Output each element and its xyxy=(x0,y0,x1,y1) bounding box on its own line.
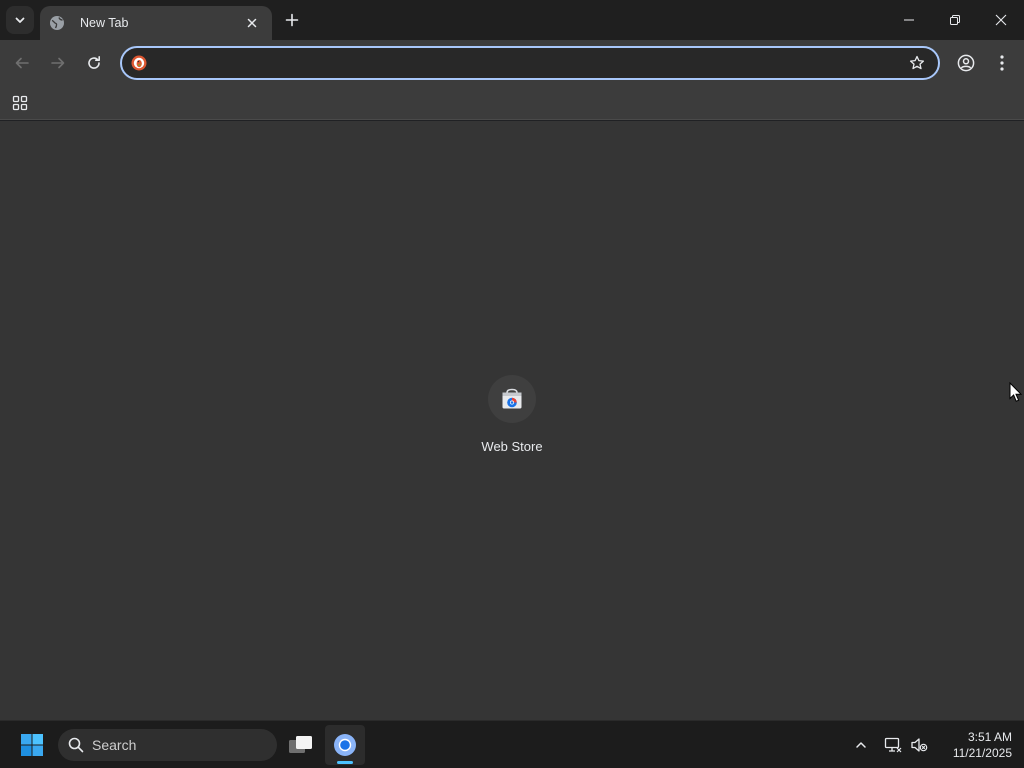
taskbar-chrome-button[interactable] xyxy=(325,725,365,765)
address-input[interactable] xyxy=(156,50,904,76)
task-view-button[interactable] xyxy=(281,725,321,765)
network-button[interactable] xyxy=(881,733,905,757)
volume-muted-icon xyxy=(911,738,928,752)
windows-logo-icon xyxy=(21,734,43,756)
close-icon xyxy=(247,18,257,28)
active-app-indicator xyxy=(337,761,353,764)
chevron-up-icon xyxy=(856,742,866,748)
taskbar: Search 3:51 AM 11/21/2025 xyxy=(0,720,1024,768)
title-bar: New Tab xyxy=(0,0,1024,40)
profile-button[interactable] xyxy=(952,49,980,77)
close-window-button[interactable] xyxy=(978,0,1024,40)
web-store-icon xyxy=(502,388,522,409)
chevron-down-icon xyxy=(15,17,25,23)
shortcut-web-store[interactable]: Web Store xyxy=(472,375,552,465)
apps-button[interactable] xyxy=(6,89,34,117)
globe-icon xyxy=(49,15,65,31)
clock-date: 11/21/2025 xyxy=(952,746,1012,760)
tab-title: New Tab xyxy=(80,16,129,30)
bookmarks-bar xyxy=(0,86,1024,120)
start-button[interactable] xyxy=(14,727,50,763)
taskbar-search-box[interactable]: Search xyxy=(58,729,277,761)
reload-button[interactable] xyxy=(80,49,108,77)
restore-icon xyxy=(950,15,960,25)
chrome-icon xyxy=(334,734,356,756)
new-tab-button[interactable] xyxy=(280,8,304,32)
browser-menu-button[interactable] xyxy=(988,49,1016,77)
arrow-left-icon xyxy=(15,57,29,69)
restore-button[interactable] xyxy=(932,0,978,40)
duckduckgo-icon xyxy=(130,54,148,72)
minimize-button[interactable] xyxy=(886,0,932,40)
search-icon xyxy=(68,737,84,753)
plus-icon xyxy=(285,13,299,27)
close-tab-button[interactable] xyxy=(242,13,262,33)
system-clock[interactable]: 3:51 AM 11/21/2025 xyxy=(936,729,1012,761)
active-tab[interactable]: New Tab xyxy=(40,6,272,40)
show-hidden-icons-button[interactable] xyxy=(849,733,873,757)
toolbar xyxy=(0,40,1024,86)
task-view-icon xyxy=(289,736,312,753)
account-circle-icon xyxy=(957,54,975,72)
network-icon xyxy=(884,737,902,753)
shortcut-label: Web Store xyxy=(481,439,543,454)
mouse-cursor-icon xyxy=(1009,382,1023,402)
clock-time: 3:51 AM xyxy=(967,730,1012,744)
more-vertical-icon xyxy=(1000,55,1004,71)
tab-search-button[interactable] xyxy=(6,6,34,34)
minimize-icon xyxy=(904,19,914,21)
shortcut-icon-container xyxy=(488,375,536,423)
reload-icon xyxy=(88,56,100,69)
volume-button[interactable] xyxy=(907,733,931,757)
taskbar-search-label: Search xyxy=(92,737,137,753)
apps-grid-icon xyxy=(12,95,28,111)
address-bar[interactable] xyxy=(120,46,940,80)
bookmark-star-button[interactable] xyxy=(904,50,930,76)
arrow-right-icon xyxy=(51,57,65,69)
star-icon xyxy=(909,55,925,70)
new-tab-page: Web Store xyxy=(0,121,1024,720)
back-button[interactable] xyxy=(8,49,36,77)
forward-button[interactable] xyxy=(44,49,72,77)
close-icon xyxy=(995,14,1007,26)
